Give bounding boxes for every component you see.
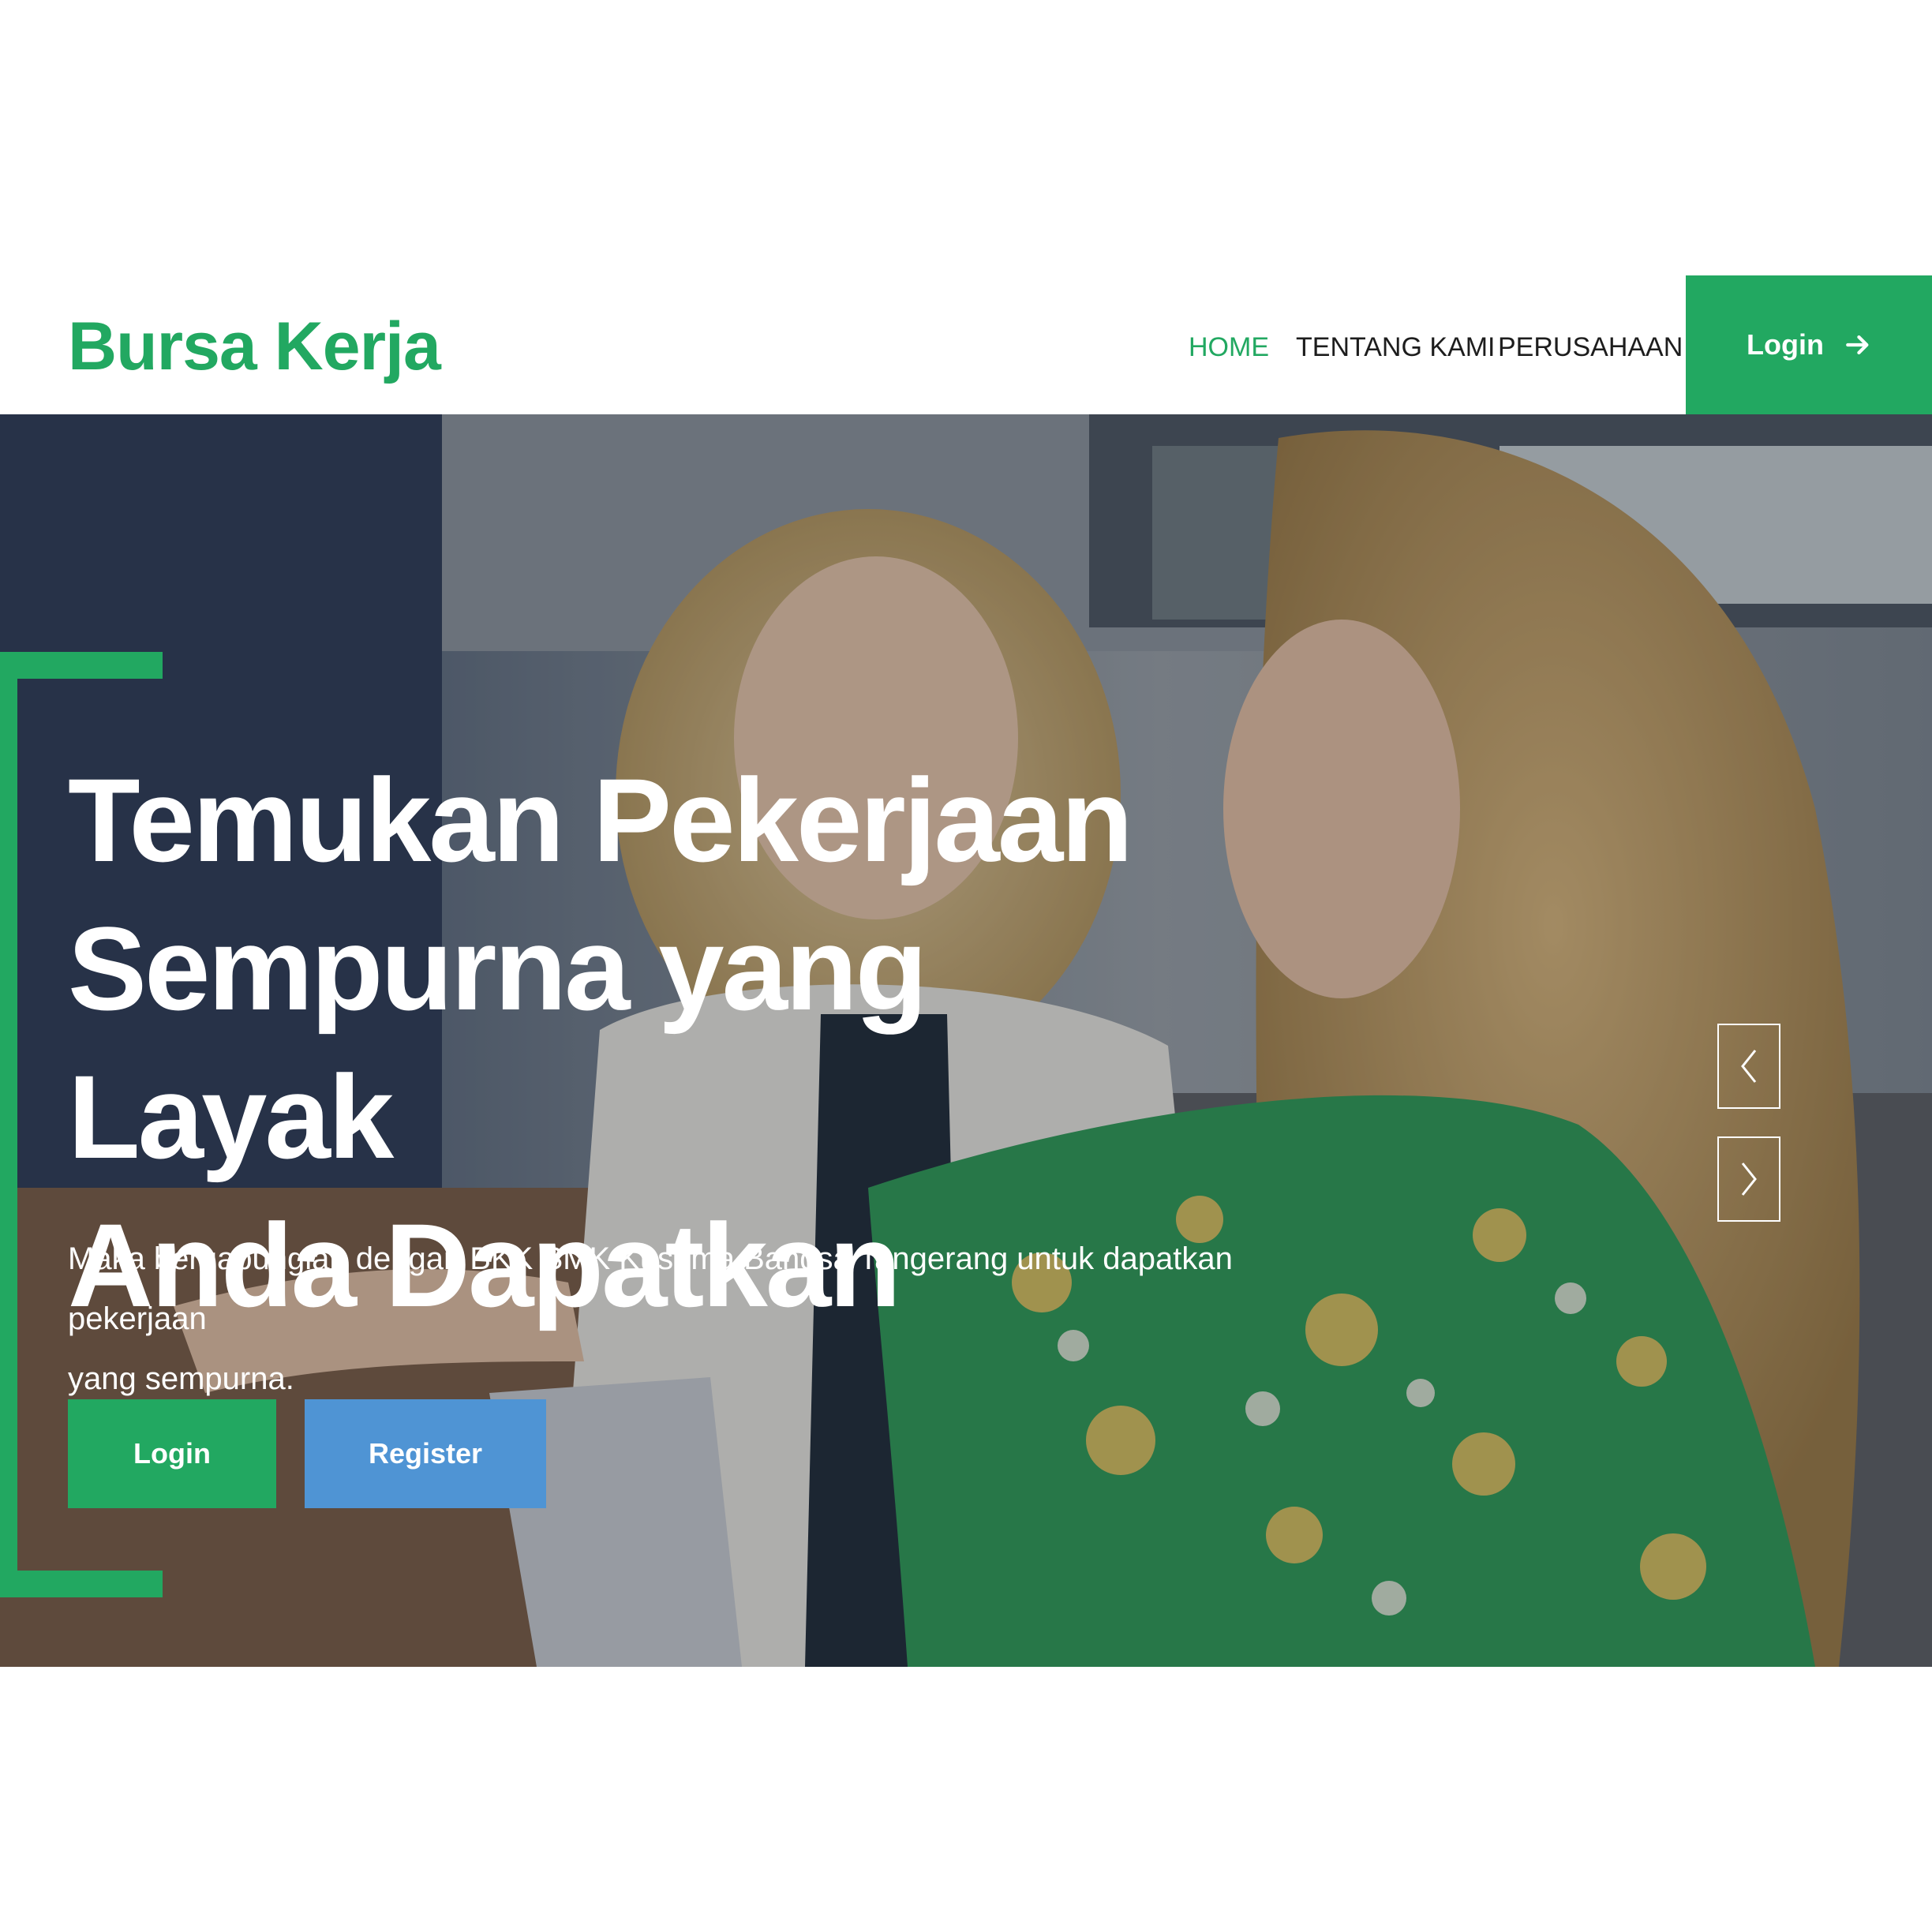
bracket-bottom [0, 1571, 163, 1597]
carousel-next-button[interactable] [1717, 1136, 1780, 1222]
chevron-right-icon [1741, 1163, 1757, 1196]
main-nav: HOME TENTANG KAMI PERUSAHAAN [0, 328, 1932, 367]
bracket-vertical [0, 652, 17, 1597]
header-login-button[interactable]: Login [1686, 275, 1932, 414]
hero-subtitle-line: Maka bergabunglah dengan BKK SMK Kusuma … [68, 1241, 1233, 1336]
hero-subtitle-line: yang sempurna. [68, 1361, 294, 1396]
page: Bursa Kerja HOME TENTANG KAMI PERUSAHAAN… [0, 0, 1932, 1932]
hero-register-button[interactable]: Register [305, 1399, 546, 1508]
carousel-prev-button[interactable] [1717, 1024, 1780, 1109]
navbar: Bursa Kerja HOME TENTANG KAMI PERUSAHAAN… [0, 275, 1932, 414]
nav-perusahaan[interactable]: PERUSAHAAN [1498, 328, 1683, 367]
hero-banner: Temukan Pekerjaan Sempurna yang Layak An… [0, 414, 1932, 1667]
hero-title-line: Sempurna yang Layak [68, 902, 927, 1183]
chevron-left-icon [1741, 1050, 1757, 1083]
hero-subtitle: Maka bergabunglah dengan BKK SMK Kusuma … [68, 1229, 1299, 1409]
arrow-right-icon [1846, 335, 1869, 355]
header-login-label: Login [1747, 328, 1824, 361]
hero-login-button[interactable]: Login [68, 1399, 276, 1508]
bracket-top [0, 652, 163, 679]
nav-tentang-kami[interactable]: TENTANG KAMI [1296, 328, 1496, 367]
hero-title-line: Temukan Pekerjaan [68, 754, 1133, 886]
nav-home[interactable]: HOME [1189, 328, 1269, 367]
